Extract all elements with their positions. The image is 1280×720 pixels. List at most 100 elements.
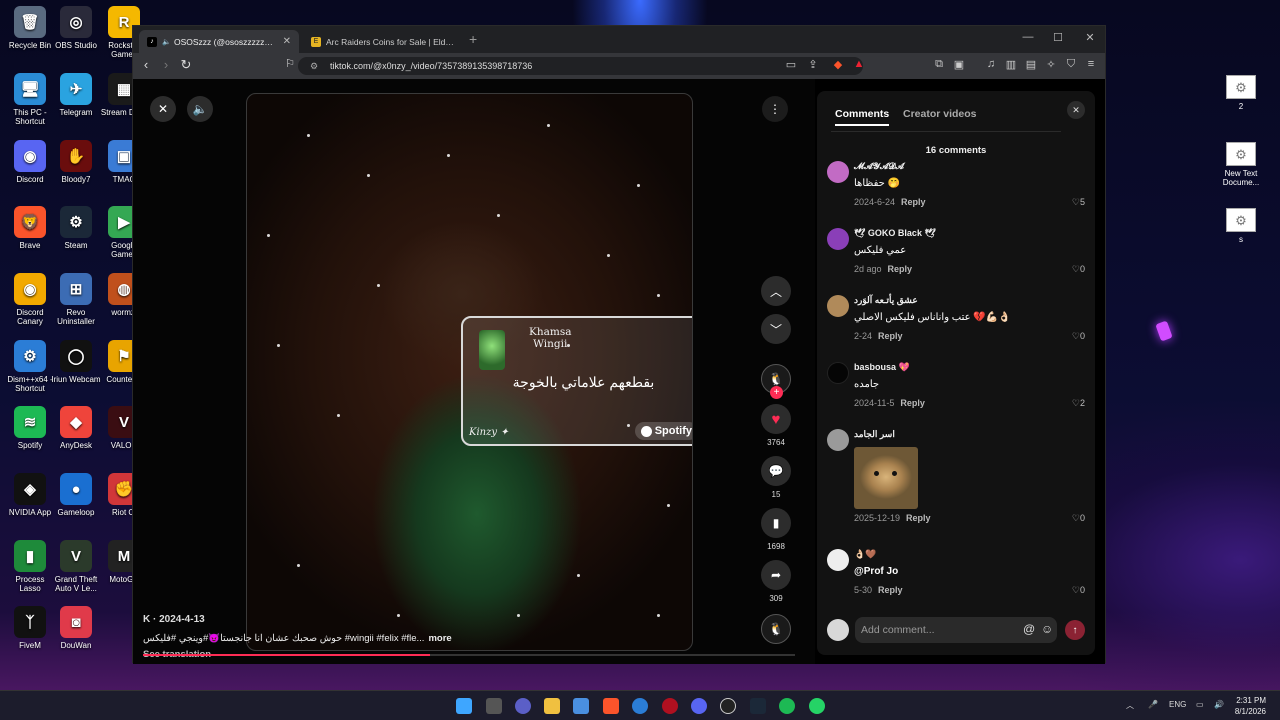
video-progress[interactable] <box>143 654 795 656</box>
avatar[interactable] <box>827 295 849 317</box>
more-link[interactable]: more <box>428 633 451 644</box>
extensions-icon[interactable]: ⧉ <box>931 58 947 71</box>
desktop-icon[interactable]: ◉ Discord <box>4 140 56 184</box>
music-disc-icon[interactable]: 🐧 <box>761 614 791 644</box>
leo-ai-icon[interactable]: ✧ <box>1043 58 1059 71</box>
share-group[interactable]: ➦ 309 <box>761 560 791 603</box>
spotify-taskbar-icon[interactable] <box>779 698 795 714</box>
clock[interactable]: 2:31 PM 8/1/2026 <box>1235 695 1266 717</box>
volume-icon[interactable]: 🔈 <box>187 96 213 122</box>
whatsapp-taskbar-icon[interactable] <box>809 698 825 714</box>
new-tab-button[interactable]: + <box>469 31 477 47</box>
desktop-icon[interactable]: ⚙ Dism++x64 - Shortcut <box>4 340 56 393</box>
close-window-button[interactable]: ✕ <box>1080 31 1100 44</box>
desktop-icon[interactable]: ᛉ FiveM <box>4 606 56 650</box>
volume-tray-icon[interactable]: 🔊 <box>1214 700 1224 709</box>
desktop-icon[interactable]: ◙ DouWan <box>50 606 102 650</box>
reply-button[interactable]: Reply <box>900 398 925 408</box>
comment-author[interactable]: 𝓜𝓐𝓨𝓐𝓓𝓐 <box>854 161 904 172</box>
start-icon[interactable] <box>456 698 472 714</box>
avatar[interactable] <box>827 362 849 384</box>
video-player[interactable]: Khamsa Wingii بقطعهم علاماتي بالخوجة Kin… <box>246 93 693 651</box>
media-icon[interactable]: ♫ <box>983 58 999 70</box>
wallet-icon[interactable]: ▤ <box>1023 58 1039 71</box>
steam-taskbar-icon[interactable] <box>750 698 766 714</box>
screenshot-icon[interactable]: ▣ <box>951 58 967 71</box>
desktop-icon[interactable]: ≋ Spotify <box>4 406 56 450</box>
prev-video[interactable]: ︿ <box>761 276 791 306</box>
url-field[interactable]: ⚙ tiktok.com/@x0nzy_/video/7357389135398… <box>298 57 863 75</box>
obs-taskbar-icon[interactable] <box>720 698 736 714</box>
more-options-icon[interactable]: ⋮ <box>762 96 788 122</box>
brave-taskbar-icon[interactable] <box>603 698 619 714</box>
brave-rewards-icon[interactable]: ▲ <box>851 58 867 70</box>
close-video-button[interactable]: ✕ <box>150 96 176 122</box>
cast-icon[interactable]: ▭ <box>783 58 799 71</box>
heart-outline-icon[interactable]: ♡ <box>1072 331 1080 341</box>
desktop-icon[interactable]: ✋ Bloody7 <box>50 140 102 184</box>
comment-like[interactable]: ♡5 <box>1072 197 1085 208</box>
reply-button[interactable]: Reply <box>888 264 913 274</box>
desktop-file[interactable]: ⚙ s <box>1218 208 1264 244</box>
heart-outline-icon[interactable]: ♡ <box>1072 398 1080 408</box>
menu-icon[interactable]: ≡ <box>1083 58 1099 70</box>
tray-chevron-icon[interactable]: ︿ <box>1126 700 1134 711</box>
brave-shields-icon[interactable]: ◆ <box>830 58 846 71</box>
bookmark-icon[interactable]: ⚐ <box>281 57 299 70</box>
tab-tiktok[interactable]: ♪ 🔈 OSOSzzz (@ososzzzzzz) | TikTok ✕ <box>139 30 299 53</box>
follow-plus-icon[interactable]: + <box>770 386 783 399</box>
desktop-icon[interactable]: ● Gameloop <box>50 473 102 517</box>
comment-like[interactable]: ♡2 <box>1072 398 1085 409</box>
avatar[interactable] <box>827 429 849 451</box>
heart-outline-icon[interactable]: ♡ <box>1072 585 1080 595</box>
app-taskbar-icon[interactable] <box>632 698 648 714</box>
task-view-icon[interactable] <box>486 698 502 714</box>
store-icon[interactable] <box>573 698 589 714</box>
comment-like[interactable]: ♡0 <box>1072 585 1085 596</box>
desktop-icon[interactable]: ◆ AnyDesk <box>50 406 102 450</box>
avatar[interactable] <box>827 549 849 571</box>
comment-like[interactable]: ♡0 <box>1072 264 1085 275</box>
tab-eldorado[interactable]: E Arc Raiders Coins for Sale | Eldorado <box>303 30 463 53</box>
forward-button[interactable]: › <box>157 57 175 72</box>
send-button[interactable]: ↑ <box>1065 620 1085 640</box>
desktop-icon[interactable]: 🦁 Brave <box>4 206 56 250</box>
emoji-icon[interactable]: ☺ <box>1041 622 1053 636</box>
desktop-icon[interactable]: 🖥 This PC - Shortcut <box>4 73 56 126</box>
avatar[interactable] <box>827 228 849 250</box>
music-disc[interactable]: 🐧 <box>761 614 791 644</box>
avatar[interactable] <box>827 161 849 183</box>
comment-like[interactable]: ♡0 <box>1072 513 1085 524</box>
tab-creator-videos[interactable]: Creator videos <box>903 108 977 120</box>
desktop-icon[interactable]: ◈ NVIDIA App <box>4 473 56 517</box>
desktop-file[interactable]: ⚙ 2 <box>1218 75 1264 111</box>
chevron-up-icon[interactable]: ︿ <box>761 276 791 306</box>
chevron-down-icon[interactable]: ﹀ <box>761 314 791 344</box>
save-group[interactable]: ▮ 1698 <box>761 508 791 551</box>
comment-icon[interactable]: 💬 <box>761 456 791 486</box>
desktop-icon[interactable]: 🗑 Recycle Bin <box>4 6 56 50</box>
share-icon[interactable]: ⇪ <box>805 58 821 71</box>
minimize-button[interactable]: — <box>1018 31 1038 43</box>
mic-icon[interactable]: 🎤 <box>1148 700 1158 709</box>
desktop-file[interactable]: ⚙ New Text Docume... <box>1218 142 1264 187</box>
heart-outline-icon[interactable]: ♡ <box>1072 197 1080 207</box>
reply-button[interactable]: Reply <box>906 513 931 523</box>
desktop-icon[interactable]: ◯ Iriun Webcam <box>50 340 102 384</box>
reply-button[interactable]: Reply <box>878 585 903 595</box>
reply-button[interactable]: Reply <box>878 331 903 341</box>
maximize-button[interactable]: ☐ <box>1048 31 1068 44</box>
vpn-icon[interactable]: ⛉ <box>1063 58 1079 71</box>
desktop-icon[interactable]: ▮ Process Lasso <box>4 540 56 593</box>
desktop-icon[interactable]: ◉ Discord Canary <box>4 273 56 326</box>
comment-author[interactable]: basbousa 💖 <box>854 362 910 373</box>
comment-author[interactable]: اسر الجامد <box>854 429 895 440</box>
author-date[interactable]: K · 2024-4-13 <box>143 614 563 625</box>
reload-button[interactable]: ↻ <box>177 57 195 73</box>
comment-author[interactable]: 🕊 GOKO Black 🕊 <box>854 228 936 239</box>
language-indicator[interactable]: ENG <box>1169 700 1186 709</box>
comment-like[interactable]: ♡0 <box>1072 331 1085 342</box>
desktop-icon[interactable]: ⊞ Revo Uninstaller <box>50 273 102 326</box>
next-video[interactable]: ﹀ <box>761 314 791 344</box>
heart-icon[interactable]: ♥ <box>761 404 791 434</box>
